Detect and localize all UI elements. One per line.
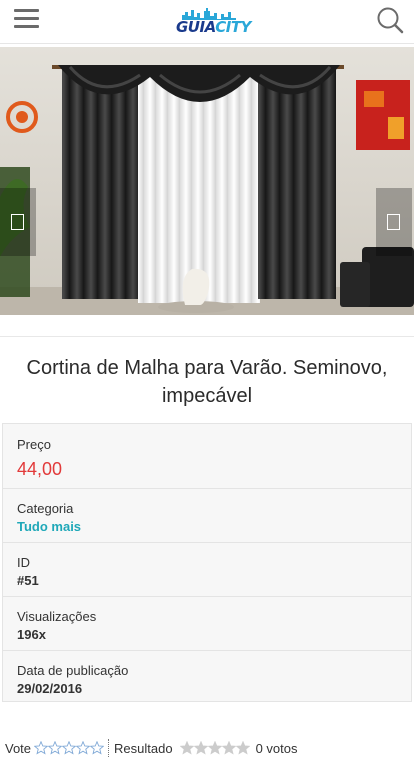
listing-details: Preço 44,00 Categoria Tudo mais ID #51 V… <box>2 423 412 702</box>
date-label: Data de publicação <box>17 663 129 678</box>
result-star-icon <box>221 741 236 755</box>
vote-stars[interactable] <box>34 741 105 755</box>
result-star-icon <box>235 741 250 755</box>
votes-count: 0 votos <box>255 740 298 756</box>
vote-star-icon[interactable] <box>90 741 105 755</box>
price-row: Preço 44,00 <box>2 423 412 488</box>
vote-label: Vote <box>5 740 32 756</box>
listing-title: Cortina de Malha para Varão. Seminovo, i… <box>26 357 388 407</box>
chevron-left-icon <box>11 214 24 230</box>
id-row: ID #51 <box>2 542 412 596</box>
hamburger-menu-icon[interactable] <box>14 9 40 31</box>
divider <box>0 336 414 337</box>
views-value: 196x <box>17 627 46 642</box>
category-row: Categoria Tudo mais <box>2 488 412 542</box>
result-stars <box>179 741 250 755</box>
rating-bar: Vote Resultado 0 votos <box>5 738 298 758</box>
date-value: 29/02/2016 <box>17 681 83 696</box>
logo-wordmark: GUIACITY <box>176 18 251 36</box>
category-link[interactable]: Tudo mais <box>17 518 397 536</box>
id-value: #51 <box>17 573 39 588</box>
date-row: Data de publicação 29/02/2016 <box>2 650 412 702</box>
price-label: Preço <box>17 437 51 452</box>
chevron-right-icon <box>387 214 400 230</box>
rating-divider <box>108 739 110 757</box>
vote-star-icon[interactable] <box>76 741 91 755</box>
result-star-icon <box>179 741 194 755</box>
gallery-next-button[interactable] <box>376 188 412 256</box>
result-star-icon <box>193 741 208 755</box>
guiacity-logo[interactable]: GUIACITY <box>174 7 251 37</box>
product-image-gallery[interactable] <box>0 47 414 315</box>
search-icon[interactable] <box>376 6 404 34</box>
category-label: Categoria <box>17 501 74 516</box>
id-label: ID <box>17 555 30 570</box>
views-row: Visualizações 196x <box>2 596 412 650</box>
views-label: Visualizações <box>17 609 97 624</box>
vote-star-icon[interactable] <box>34 741 49 755</box>
result-star-icon <box>207 741 222 755</box>
gallery-prev-button[interactable] <box>0 188 36 256</box>
vote-star-icon[interactable] <box>48 741 63 755</box>
top-header: GUIACITY <box>0 0 414 44</box>
price-value: 44,00 <box>17 459 63 479</box>
curtain-product-photo <box>0 47 414 315</box>
vote-star-icon[interactable] <box>62 741 77 755</box>
result-label: Resultado <box>114 740 173 756</box>
